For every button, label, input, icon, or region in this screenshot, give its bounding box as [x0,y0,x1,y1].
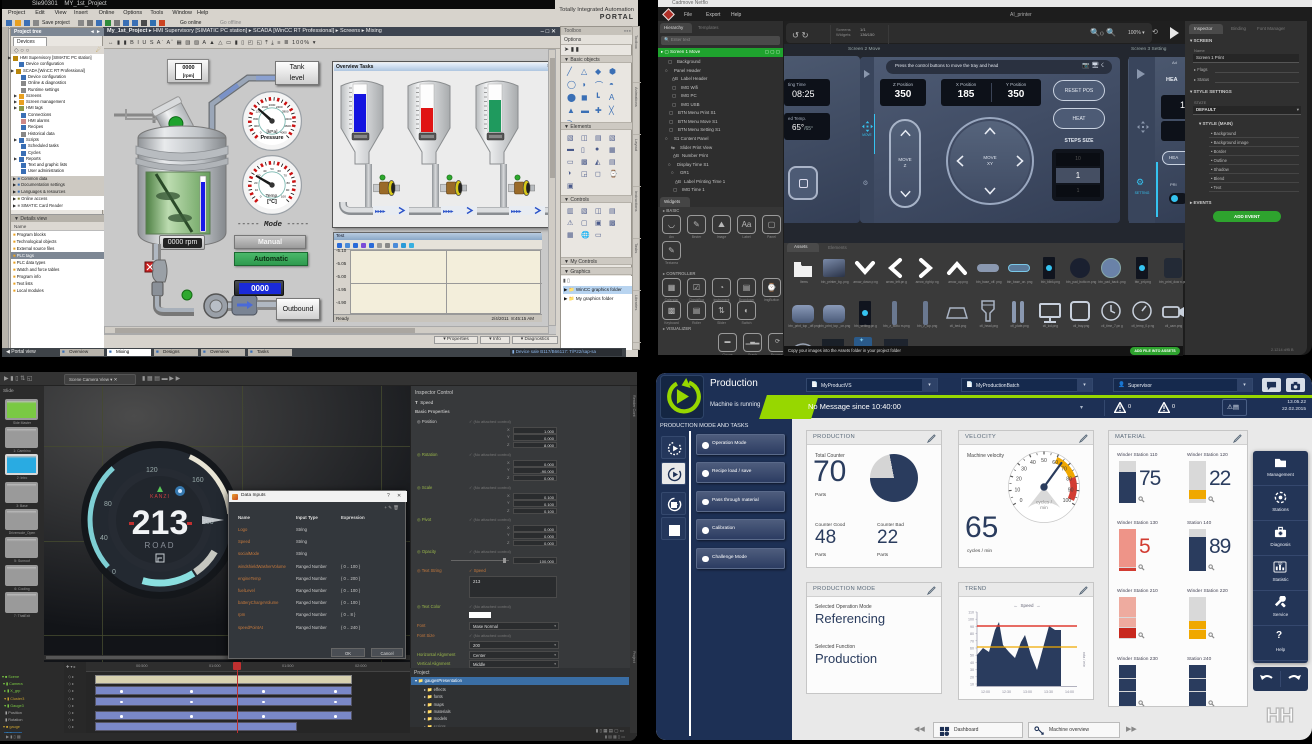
svg-text:Temp.: Temp. [265,193,278,199]
svg-text:ROAD: ROAD [144,541,175,550]
svg-text:90: 90 [1068,487,1074,493]
svg-text:13:00: 13:00 [1023,690,1032,694]
svg-text:3200: 3200 [285,117,292,121]
svg-text:40: 40 [263,169,267,173]
svg-text:2000: 2000 [269,103,276,107]
svg-text:80: 80 [970,632,974,636]
svg-text:80: 80 [1066,476,1072,482]
svg-text:3600: 3600 [284,124,291,128]
svg-text:800: 800 [253,117,258,121]
svg-text:30: 30 [970,668,974,672]
svg-text:100: 100 [281,195,286,199]
svg-text:▸▸▸▸: ▸▸▸▸ [443,209,454,215]
svg-text:0: 0 [112,569,116,576]
svg-text:70: 70 [1061,467,1067,473]
svg-text:400: 400 [254,124,259,128]
svg-text:cycles /: cycles / [1036,499,1053,505]
svg-text:70: 70 [970,639,974,643]
svg-text:20: 20 [1016,476,1022,482]
svg-text:100: 100 [1278,561,1283,565]
svg-text:90: 90 [286,188,290,192]
svg-text:20: 20 [970,675,974,679]
svg-text:14:00: 14:00 [1065,690,1074,694]
svg-text:40: 40 [970,661,974,665]
svg-text:▸▸▸▸: ▸▸▸▸ [511,209,522,215]
svg-text:50: 50 [1041,458,1047,464]
svg-text:80: 80 [104,501,112,508]
svg-text:100: 100 [968,618,974,622]
svg-text:10: 10 [1014,487,1020,493]
svg-text:12:30: 12:30 [1002,690,1011,694]
svg-text:10: 10 [255,188,259,192]
svg-text:Pressure: Pressure [260,135,283,141]
svg-text:0: 0 [1020,498,1023,504]
svg-text:80: 80 [287,181,291,185]
svg-text:50: 50 [270,167,274,171]
svg-text:40: 40 [100,535,108,542]
svg-text:30: 30 [1021,467,1027,473]
svg-text:12:00: 12:00 [981,690,990,694]
svg-text:rota / min: rota / min [1082,652,1086,667]
svg-text:213: 213 [132,504,189,542]
svg-text:120: 120 [146,467,158,474]
svg-text:▸▸▸▸: ▸▸▸▸ [375,209,386,215]
svg-text:KANZI: KANZI [150,494,170,500]
svg-text:50: 50 [970,654,974,658]
svg-text:60: 60 [970,647,974,651]
svg-text:40: 40 [1030,460,1036,466]
svg-text:160: 160 [192,477,204,484]
svg-text:90: 90 [970,625,974,629]
svg-text:20: 20 [254,181,258,185]
svg-text:← Speed →: ← Speed → [1013,603,1040,608]
svg-text:110: 110 [968,611,974,615]
svg-text:4000: 4000 [280,131,287,135]
svg-text:10: 10 [970,683,974,687]
svg-text:60: 60 [278,169,282,173]
svg-text:[°C]: [°C] [267,199,277,205]
svg-text:13:30: 13:30 [1044,690,1053,694]
svg-text:100: 100 [1063,498,1072,504]
svg-text:2400: 2400 [276,105,283,109]
svg-text:min: min [1040,505,1048,511]
svg-text:70: 70 [284,174,288,178]
svg-text:60: 60 [1052,460,1058,466]
svg-text:[kPa]: [kPa] [267,129,278,135]
